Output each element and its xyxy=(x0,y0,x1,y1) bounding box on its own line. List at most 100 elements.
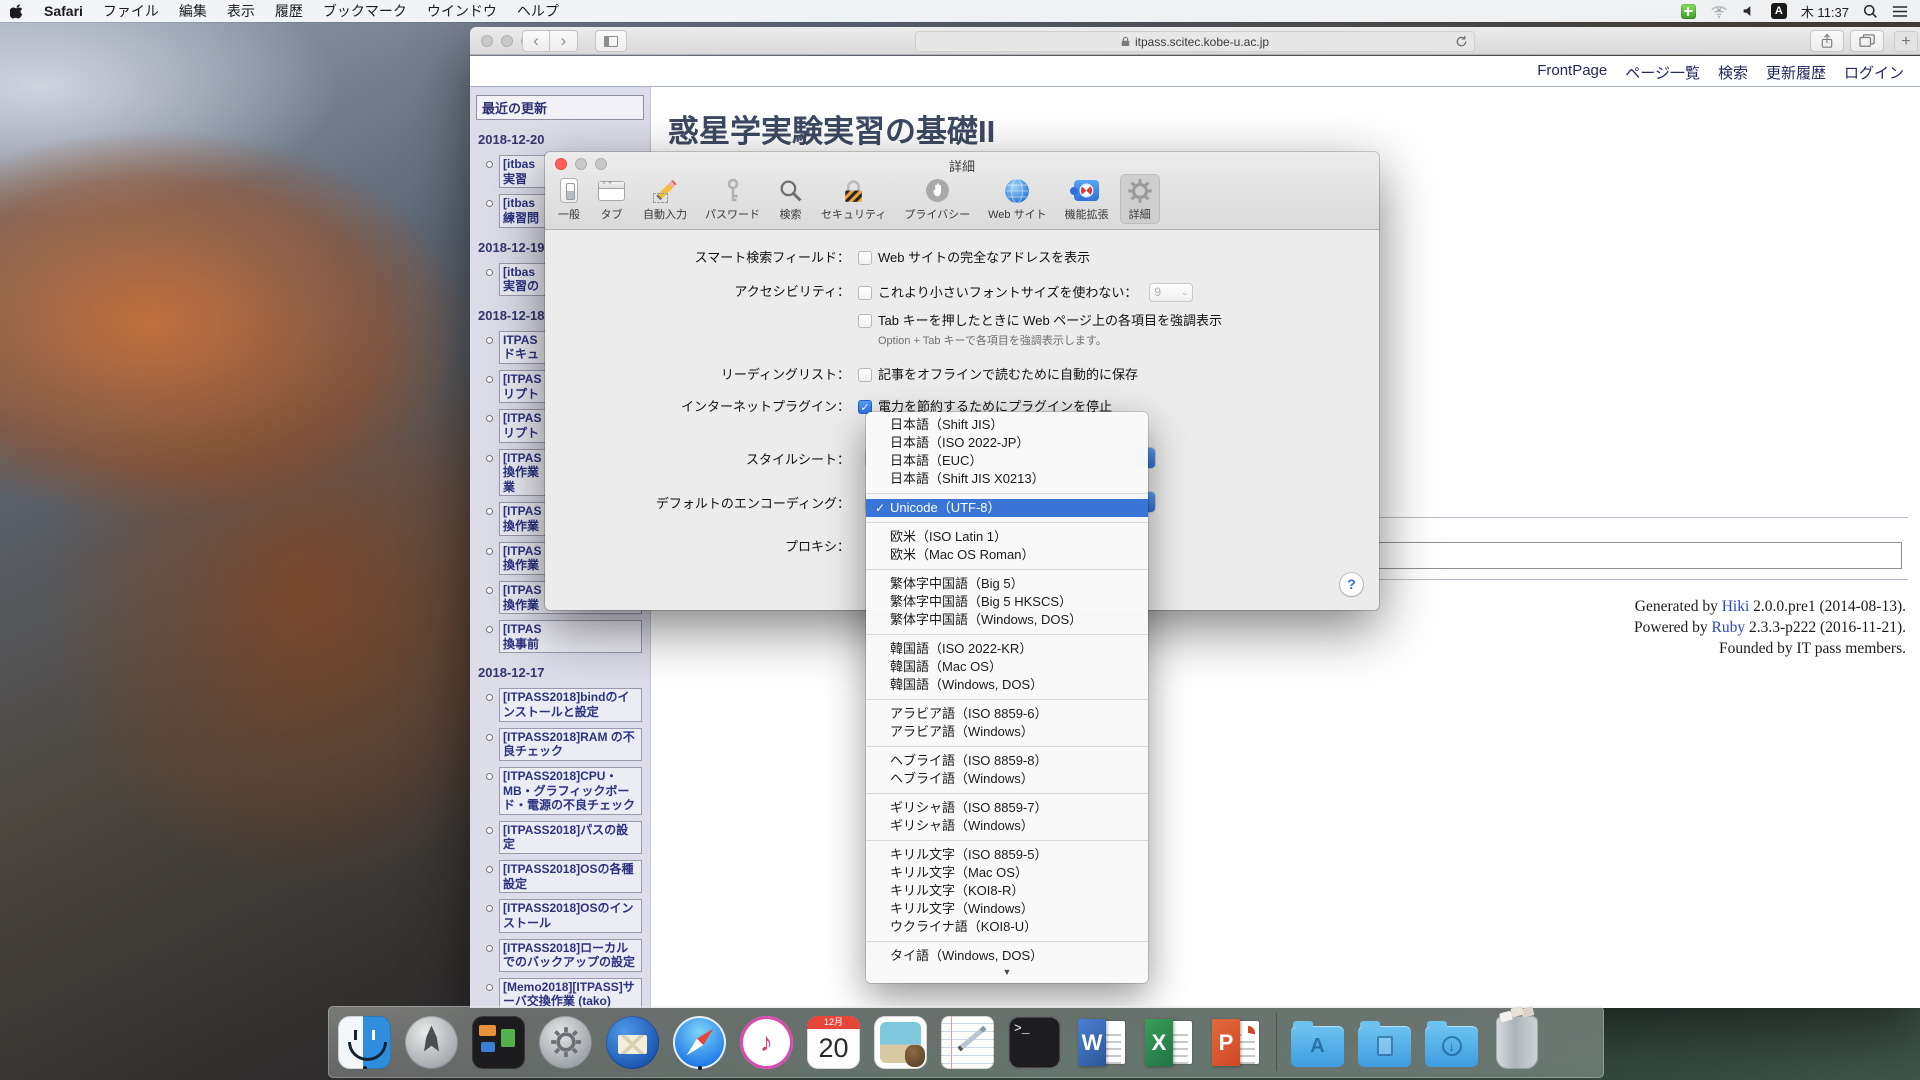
sidebar-entry[interactable]: [ITPAS 換事前 xyxy=(499,620,642,653)
pref-tab-passwords[interactable]: パスワード xyxy=(698,174,767,224)
dock-finder-icon[interactable] xyxy=(338,1016,391,1069)
menubar-clock[interactable]: 木 11:37 xyxy=(1801,2,1849,21)
encoding-menu-item[interactable]: ✓ギリシャ語（Windows） xyxy=(866,817,1148,835)
encoding-menu-item[interactable]: ✓欧米（ISO Latin 1） xyxy=(866,528,1148,546)
menu-scroll-down-arrow[interactable]: ▼ xyxy=(866,965,1148,979)
encoding-menu-item[interactable]: ✓繁体字中国語（Windows, DOS） xyxy=(866,611,1148,629)
min-font-checkbox[interactable] xyxy=(858,286,872,300)
pref-tab-tabs[interactable]: タブ xyxy=(591,174,632,224)
pref-tab-autofill[interactable]: 自動入力 xyxy=(636,174,694,224)
encoding-menu-item[interactable]: ✓ギリシャ語（ISO 8859-7） xyxy=(866,799,1148,817)
pref-tab-extensions[interactable]: 機能拡張 xyxy=(1058,174,1116,224)
menu-edit[interactable]: 編集 xyxy=(169,0,217,22)
nav-login[interactable]: ログイン xyxy=(1844,62,1904,83)
dock-launchpad-icon[interactable] xyxy=(405,1016,458,1069)
volume-icon[interactable] xyxy=(1742,4,1757,18)
apple-menu-icon[interactable] xyxy=(0,3,34,19)
pref-tab-privacy[interactable]: プライバシー xyxy=(897,174,977,224)
encoding-menu-item[interactable]: ✓キリル文字（Windows） xyxy=(866,900,1148,918)
sidebar-entry[interactable]: [ITPASS2018]RAM の不良チェック xyxy=(499,728,642,761)
tab-highlight-checkbox[interactable] xyxy=(858,314,872,328)
encoding-menu-item[interactable]: ✓日本語（ISO 2022-JP） xyxy=(866,434,1148,452)
pref-tab-search[interactable]: 検索 xyxy=(771,174,810,224)
nav-frontpage[interactable]: FrontPage xyxy=(1537,62,1607,83)
encoding-menu-item[interactable]: ✓キリル文字（ISO 8859-5） xyxy=(866,846,1148,864)
encoding-menu-item[interactable]: ✓ xyxy=(866,941,1148,942)
encoding-menu-item[interactable]: ✓繁体字中国語（Big 5 HKSCS） xyxy=(866,593,1148,611)
encoding-menu-item[interactable]: ✓繁体字中国語（Big 5） xyxy=(866,575,1148,593)
pref-tab-general[interactable]: 一般 xyxy=(551,174,587,224)
pref-tab-security[interactable]: セキュリティ xyxy=(814,174,893,224)
address-bar[interactable]: itpass.scitec.kobe-u.ac.jp xyxy=(915,31,1475,52)
encoding-menu-item[interactable]: ✓アラビア語（ISO 8859-6） xyxy=(866,705,1148,723)
status-app-icon[interactable] xyxy=(1681,4,1696,19)
footer-link[interactable]: Hiki xyxy=(1722,598,1750,615)
pref-tab-advanced[interactable]: 詳細 xyxy=(1120,174,1160,224)
sidebar-entry[interactable]: [ITPASS2018]CPU・MB・グラフィックボード・電源の不良チェック xyxy=(499,767,642,815)
sidebar-toggle-button[interactable] xyxy=(595,30,627,52)
encoding-menu-item[interactable]: ✓ xyxy=(866,746,1148,747)
encoding-menu-item[interactable]: ✓韓国語（Mac OS） xyxy=(866,658,1148,676)
encoding-menu-item[interactable]: ✓韓国語（Windows, DOS） xyxy=(866,676,1148,694)
dock-notes-icon[interactable] xyxy=(941,1016,994,1069)
menu-help[interactable]: ヘルプ xyxy=(507,0,569,22)
sidebar-entry[interactable]: [ITPASS2018]OSの各種設定 xyxy=(499,860,642,893)
dock-mission-control-icon[interactable] xyxy=(472,1016,525,1069)
footer-link[interactable]: Ruby xyxy=(1712,619,1746,636)
nav-history[interactable]: 更新履歴 xyxy=(1766,62,1826,83)
reload-icon[interactable] xyxy=(1455,35,1468,48)
pref-tab-websites[interactable]: Web サイト xyxy=(981,174,1053,224)
font-size-select[interactable]: 9 ⌄ xyxy=(1149,283,1193,302)
encoding-menu-item[interactable]: ✓ xyxy=(866,493,1148,494)
nav-search[interactable]: 検索 xyxy=(1718,62,1748,83)
dock-terminal-icon[interactable]: >_ xyxy=(1008,1016,1061,1069)
encoding-menu-item[interactable]: ✓ヘブライ語（Windows） xyxy=(866,770,1148,788)
dock-itunes-icon[interactable]: ♪ xyxy=(740,1016,793,1069)
dock-excel-icon[interactable]: X xyxy=(1142,1016,1195,1069)
sidebar-entry[interactable]: 2018-12-17 xyxy=(478,665,643,680)
input-source-icon[interactable]: A xyxy=(1771,3,1787,19)
sidebar-entry[interactable]: [ITPASS2018]bindのインストールと設定 xyxy=(499,688,642,721)
dock-word-icon[interactable]: W xyxy=(1075,1016,1128,1069)
smart-search-checkbox[interactable] xyxy=(858,251,872,265)
dock-documents-folder-icon[interactable] xyxy=(1358,1026,1411,1067)
dock-system-preferences-icon[interactable] xyxy=(539,1016,592,1069)
encoding-menu-item[interactable]: ✓ xyxy=(866,569,1148,570)
encoding-menu-item[interactable]: ✓ xyxy=(866,522,1148,523)
menu-bookmarks[interactable]: ブックマーク xyxy=(313,0,417,22)
encoding-menu-item[interactable]: ✓日本語（Shift JIS） xyxy=(866,416,1148,434)
nav-page-list[interactable]: ページ一覧 xyxy=(1625,62,1700,83)
menu-file[interactable]: ファイル xyxy=(93,0,169,22)
encoding-menu-item[interactable]: ✓日本語（Shift JIS X0213） xyxy=(866,470,1148,488)
menu-window[interactable]: ウインドウ xyxy=(417,0,507,22)
menu-safari[interactable]: Safari xyxy=(34,0,93,22)
spotlight-icon[interactable] xyxy=(1863,4,1878,19)
sidebar-entry[interactable]: [Memo2018][ITPASS]サーバ交換作業 (tako) xyxy=(499,978,642,1008)
encoding-menu-item[interactable]: ✓ xyxy=(866,793,1148,794)
notification-center-icon[interactable] xyxy=(1892,5,1908,18)
forward-button[interactable]: › xyxy=(550,30,578,52)
encoding-menu-item[interactable]: ✓ xyxy=(866,634,1148,635)
dock-safari-icon[interactable] xyxy=(673,1016,726,1069)
dock-calendar-icon[interactable]: 12月 20 xyxy=(807,1016,860,1069)
dock-downloads-folder-icon[interactable]: ↓ xyxy=(1425,1026,1478,1067)
sidebar-entry[interactable]: [ITPASS2018]ローカルでのバックアップの設定 xyxy=(499,939,642,972)
encoding-menu-item[interactable]: ✓Unicode（UTF-8） xyxy=(866,499,1148,517)
sidebar-entry[interactable]: [ITPASS2018]OSのインストール xyxy=(499,899,642,932)
dock-powerpoint-icon[interactable]: P xyxy=(1209,1016,1262,1069)
wifi-off-icon[interactable] xyxy=(1710,4,1728,19)
dock-photos-icon[interactable] xyxy=(874,1016,927,1069)
back-button[interactable]: ‹ xyxy=(522,30,550,52)
close-button[interactable] xyxy=(481,35,493,47)
encoding-menu-item[interactable]: ✓キリル文字（Mac OS） xyxy=(866,864,1148,882)
dock-thunderbird-icon[interactable] xyxy=(606,1016,659,1069)
new-tab-button[interactable]: + xyxy=(1894,31,1918,52)
encoding-menu-item[interactable]: ✓欧米（Mac OS Roman） xyxy=(866,546,1148,564)
help-button[interactable]: ? xyxy=(1340,573,1363,596)
reading-list-checkbox[interactable] xyxy=(858,368,872,382)
menu-history[interactable]: 履歴 xyxy=(265,0,313,22)
sidebar-entry[interactable]: 2018-12-20 xyxy=(478,132,643,147)
window-titlebar[interactable]: ‹ › itpass.scitec.kobe-u.ac.jp + xyxy=(470,27,1920,55)
encoding-menu-item[interactable]: ✓日本語（EUC） xyxy=(866,452,1148,470)
tab-overview-button[interactable] xyxy=(1850,30,1884,52)
